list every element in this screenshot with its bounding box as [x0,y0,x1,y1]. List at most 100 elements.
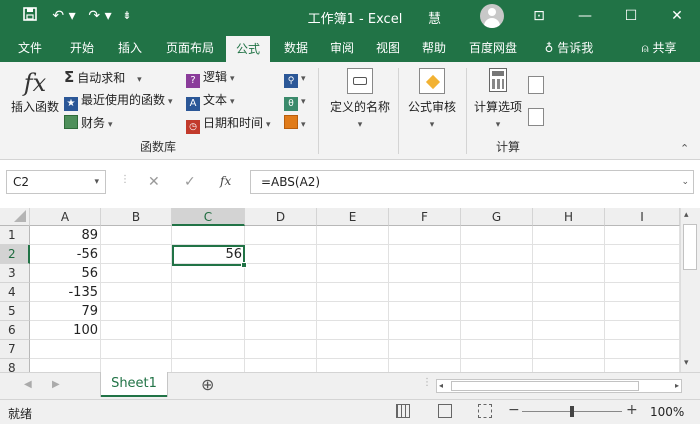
cell[interactable] [389,321,461,340]
cell[interactable] [461,264,533,283]
column-header[interactable]: F [389,208,461,226]
cell[interactable] [533,245,605,264]
cell[interactable] [172,226,245,245]
add-sheet-button[interactable]: ⊕ [201,375,214,394]
lookup-reference-button[interactable]: ⚲ ▾ [284,68,306,88]
zoom-out-icon[interactable]: − [508,402,520,418]
cell[interactable] [605,264,680,283]
cell[interactable] [30,340,101,359]
cell[interactable] [245,226,317,245]
cell[interactable]: 79 [30,302,101,321]
zoom-in-icon[interactable]: + [626,402,638,418]
defined-names-button[interactable]: 定义的名称 ▾ [326,68,394,134]
cell[interactable] [533,283,605,302]
cell[interactable] [317,340,389,359]
cell[interactable]: 100 [30,321,101,340]
cell[interactable] [101,340,172,359]
collapse-ribbon-icon[interactable]: ⌃ [680,140,689,158]
cell[interactable] [389,359,461,372]
tab-insert[interactable]: 插入 [108,34,152,62]
page-layout-view-icon[interactable] [438,404,452,418]
column-header[interactable]: D [245,208,317,226]
cell[interactable] [101,302,172,321]
cell[interactable] [172,264,245,283]
cell[interactable] [172,321,245,340]
row-header[interactable]: 6 [0,321,30,340]
cell[interactable] [461,340,533,359]
scroll-up-icon[interactable]: ▴ [684,210,689,220]
cell[interactable] [30,359,101,372]
customize-quick-access-icon[interactable]: ⇟ [120,7,134,25]
cell[interactable]: -135 [30,283,101,302]
close-button[interactable]: ✕ [662,4,692,28]
cell[interactable] [605,359,680,372]
tab-page-layout[interactable]: 页面布局 [158,34,222,62]
financial-button[interactable]: 财务 ▾ [64,114,113,134]
cell[interactable] [389,264,461,283]
fill-handle[interactable] [241,262,247,268]
cell[interactable] [317,359,389,372]
cell[interactable] [317,283,389,302]
cell[interactable] [533,321,605,340]
cell[interactable] [101,245,172,264]
cell[interactable]: 89 [30,226,101,245]
insert-function-icon[interactable]: fx [220,174,231,188]
column-header[interactable]: I [605,208,680,226]
cell[interactable] [317,226,389,245]
page-break-view-icon[interactable] [478,404,492,418]
column-header[interactable]: E [317,208,389,226]
formula-input[interactable]: =ABS(A2) ⌄ [250,170,694,194]
tab-file[interactable]: 文件 [8,34,52,62]
cell[interactable] [101,264,172,283]
column-header[interactable]: B [101,208,172,226]
undo-icon[interactable]: ↶ ▾ [50,7,78,25]
tab-review[interactable]: 审阅 [320,34,364,62]
column-header[interactable]: A [30,208,101,226]
text-button[interactable]: A 文本 ▾ [186,91,235,111]
row-header[interactable]: 5 [0,302,30,321]
name-box[interactable]: C2 ▾ [6,170,106,194]
tab-baidu-netdisk[interactable]: 百度网盘 [460,34,526,62]
datetime-button[interactable]: ◷ 日期和时间 ▾ [186,114,271,134]
row-header[interactable]: 1 [0,226,30,245]
cell[interactable] [317,302,389,321]
calculation-options-button[interactable]: 计算选项 ▾ [470,68,526,134]
calculate-now-button[interactable] [528,76,544,94]
cell[interactable] [605,283,680,302]
minimize-button[interactable]: — [570,4,600,28]
scroll-thumb[interactable] [451,381,639,391]
cell[interactable] [389,226,461,245]
row-header[interactable]: 7 [0,340,30,359]
row-header[interactable]: 3 [0,264,30,283]
select-all-corner[interactable] [0,208,30,226]
formula-auditing-button[interactable]: 公式审核 ▾ [404,68,460,134]
enter-icon[interactable]: ✓ [184,174,196,190]
cell[interactable] [389,340,461,359]
cell[interactable] [389,245,461,264]
cell[interactable] [461,245,533,264]
cell[interactable] [389,302,461,321]
cell[interactable] [245,340,317,359]
next-sheet-icon[interactable]: ▶ [52,379,60,390]
cell[interactable] [172,302,245,321]
cell[interactable]: 56 [30,264,101,283]
cell[interactable] [245,264,317,283]
tell-me-search[interactable]: ♁ 告诉我 [532,34,606,62]
tab-formulas[interactable]: 公式 [226,36,270,62]
cell[interactable] [101,359,172,372]
tab-home[interactable]: 开始 [60,34,104,62]
math-trig-button[interactable]: θ ▾ [284,91,306,111]
vertical-scrollbar[interactable]: ▴ ▾ [680,208,700,372]
scroll-down-icon[interactable]: ▾ [684,358,689,368]
cell[interactable] [245,359,317,372]
cell[interactable] [533,226,605,245]
scroll-left-icon[interactable]: ◂ [439,380,443,392]
cell[interactable] [533,340,605,359]
scroll-right-icon[interactable]: ▸ [675,380,679,392]
cell[interactable] [461,302,533,321]
zoom-level[interactable]: 100% [650,405,684,419]
cell[interactable] [389,283,461,302]
cell[interactable] [101,283,172,302]
more-functions-button[interactable]: ▾ [284,114,306,134]
cell[interactable] [605,340,680,359]
